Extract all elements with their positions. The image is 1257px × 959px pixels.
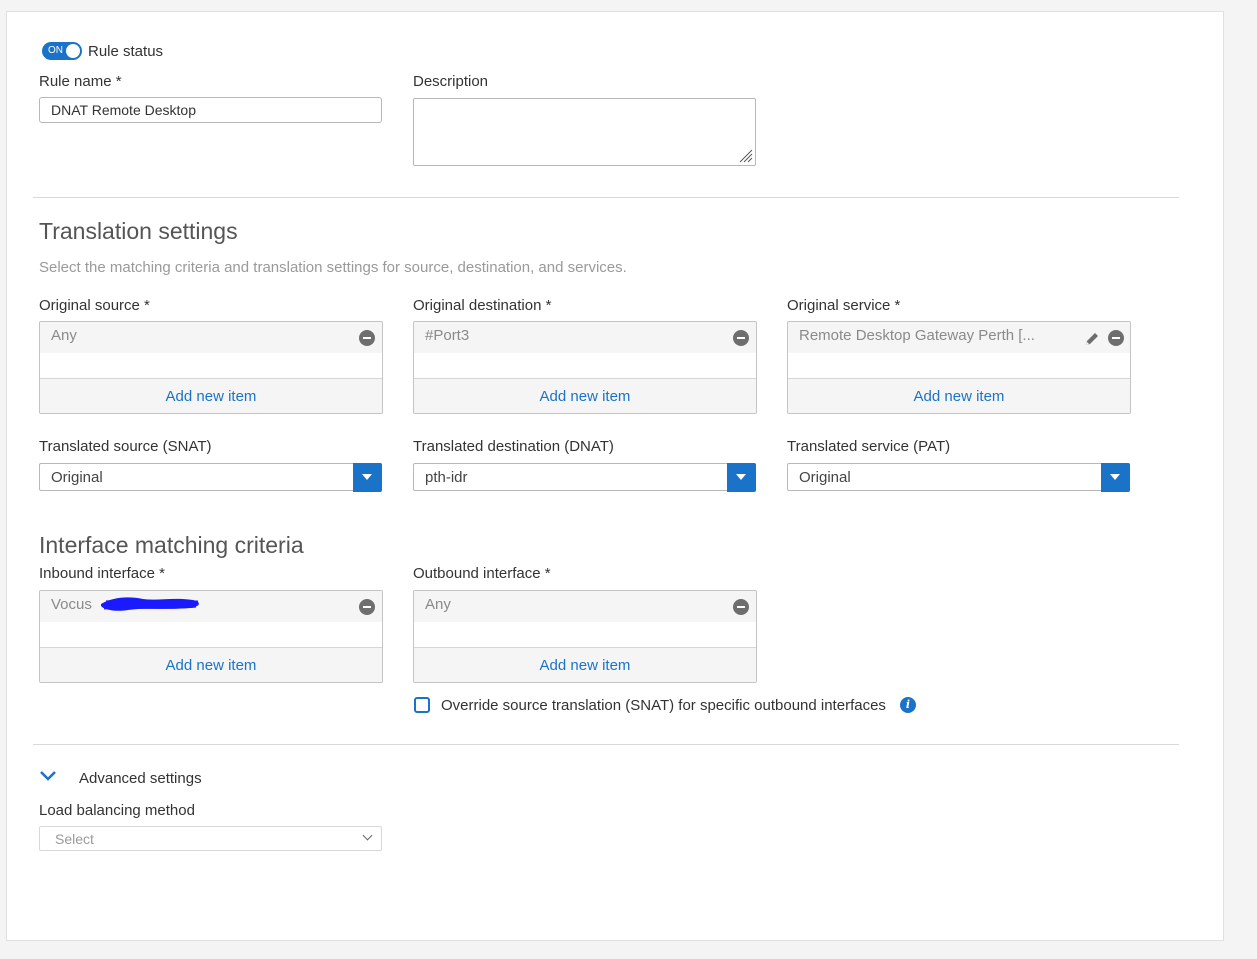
rule-name-label: Rule name *	[39, 73, 122, 90]
original-destination-list: #Port3 Add new item	[413, 321, 757, 414]
translated-service-label: Translated service (PAT)	[787, 438, 951, 455]
load-balancing-select[interactable]: Select	[39, 826, 382, 851]
section-divider	[33, 197, 1179, 198]
outbound-interface-list: Any Add new item	[413, 590, 757, 683]
list-item: Vocus	[40, 591, 382, 622]
toggle-on-text: ON	[48, 45, 63, 56]
original-service-label: Original service *	[787, 297, 901, 314]
list-item-text: #Port3	[425, 327, 470, 344]
outbound-interface-label: Outbound interface *	[413, 565, 551, 582]
translation-settings-heading: Translation settings	[39, 218, 238, 244]
redaction-scribble	[101, 597, 199, 611]
load-balancing-label: Load balancing method	[39, 802, 195, 819]
add-new-item-button[interactable]: Add new item	[40, 647, 382, 682]
list-item: #Port3	[414, 322, 756, 353]
remove-icon[interactable]	[733, 330, 749, 346]
remove-icon[interactable]	[359, 330, 375, 346]
list-item-text: Any	[425, 596, 451, 613]
description-label: Description	[413, 73, 489, 90]
inbound-interface-label: Inbound interface *	[39, 565, 165, 582]
dropdown-arrow-icon[interactable]	[727, 463, 756, 492]
rule-name-value: DNAT Remote Desktop	[51, 102, 196, 118]
add-new-item-button[interactable]: Add new item	[414, 647, 756, 682]
inbound-interface-list: Vocus Add new item	[39, 590, 383, 683]
add-new-item-label: Add new item	[539, 656, 631, 674]
remove-icon[interactable]	[1108, 330, 1124, 346]
rule-name-input[interactable]: DNAT Remote Desktop	[39, 97, 382, 123]
chevron-down-icon	[362, 830, 373, 841]
translated-source-value: Original	[51, 469, 103, 486]
translated-service-select[interactable]: Original	[787, 463, 1130, 492]
override-snat-checkbox[interactable]	[414, 697, 430, 713]
resize-handle-icon[interactable]	[739, 149, 753, 163]
translated-destination-label: Translated destination (DNAT)	[413, 438, 614, 455]
rule-status-toggle[interactable]: ON	[42, 42, 82, 60]
original-destination-label: Original destination *	[413, 297, 552, 314]
add-new-item-button[interactable]: Add new item	[788, 378, 1130, 413]
translated-service-value: Original	[799, 469, 851, 486]
add-new-item-label: Add new item	[539, 387, 631, 405]
info-icon[interactable]: i	[900, 697, 916, 713]
original-source-label: Original source *	[39, 297, 150, 314]
translated-source-select[interactable]: Original	[39, 463, 382, 492]
translated-destination-value: pth-idr	[425, 469, 468, 486]
interface-matching-heading: Interface matching criteria	[39, 532, 304, 558]
section-divider	[33, 744, 1179, 745]
add-new-item-label: Add new item	[165, 656, 257, 674]
translated-source-label: Translated source (SNAT)	[39, 438, 212, 455]
original-service-list: Remote Desktop Gateway Perth [... Add ne…	[787, 321, 1131, 414]
add-new-item-button[interactable]: Add new item	[414, 378, 756, 413]
list-item: Any	[40, 322, 382, 353]
advanced-settings-toggle[interactable]: Advanced settings	[79, 770, 202, 787]
list-item: Remote Desktop Gateway Perth [...	[788, 322, 1130, 353]
chevron-down-icon[interactable]	[39, 770, 57, 782]
remove-icon[interactable]	[359, 599, 375, 615]
list-item-text: Any	[51, 327, 77, 344]
list-item-text: Vocus	[51, 596, 92, 613]
pencil-icon[interactable]	[1083, 330, 1101, 348]
load-balancing-value: Select	[55, 831, 94, 847]
remove-icon[interactable]	[733, 599, 749, 615]
dropdown-arrow-icon[interactable]	[353, 463, 382, 492]
toggle-knob	[66, 44, 80, 58]
override-snat-label: Override source translation (SNAT) for s…	[441, 697, 886, 714]
translated-destination-select[interactable]: pth-idr	[413, 463, 756, 492]
add-new-item-button[interactable]: Add new item	[40, 378, 382, 413]
translation-settings-subtitle: Select the matching criteria and transla…	[39, 259, 627, 276]
add-new-item-label: Add new item	[913, 387, 1005, 405]
original-source-list: Any Add new item	[39, 321, 383, 414]
list-item-text: Remote Desktop Gateway Perth [...	[799, 327, 1035, 344]
rule-status-label: Rule status	[88, 43, 164, 60]
add-new-item-label: Add new item	[165, 387, 257, 405]
dropdown-arrow-icon[interactable]	[1101, 463, 1130, 492]
description-textarea[interactable]	[413, 98, 756, 166]
list-item: Any	[414, 591, 756, 622]
